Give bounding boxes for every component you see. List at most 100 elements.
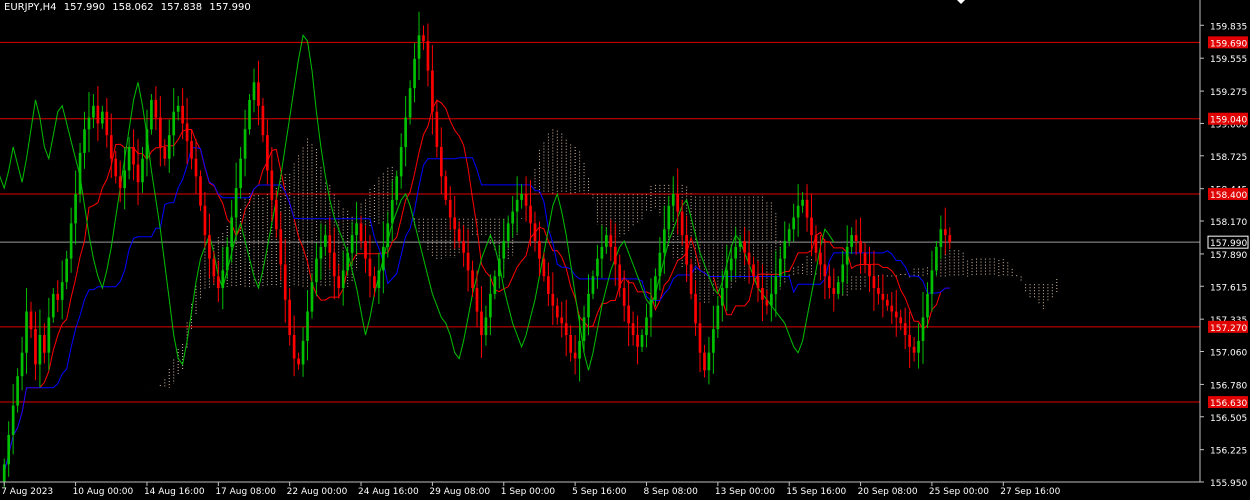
- candle-body: [43, 335, 46, 353]
- candle-body: [783, 241, 787, 259]
- candle: [792, 203, 796, 242]
- candle: [877, 276, 880, 305]
- symbol-label: EURJPY,H4: [4, 2, 57, 13]
- candle-body: [132, 146, 135, 165]
- price-tick-label: 158.725: [1210, 153, 1247, 163]
- price-tick-label: 158.170: [1210, 218, 1247, 228]
- candle: [221, 246, 225, 310]
- candle: [448, 186, 452, 230]
- candle-body: [109, 135, 113, 159]
- candle-body: [386, 223, 390, 247]
- candle: [743, 227, 746, 266]
- candle-body: [105, 111, 109, 136]
- candle: [502, 219, 506, 279]
- time-tick-label: 17 Aug 08:00: [215, 487, 276, 497]
- candle: [34, 311, 37, 381]
- candle-body: [332, 252, 336, 277]
- candle-body: [230, 217, 234, 247]
- candle: [649, 278, 653, 337]
- candle: [520, 184, 523, 209]
- candle: [645, 303, 648, 348]
- candle-body: [890, 305, 894, 312]
- candle: [350, 221, 354, 266]
- candle: [283, 239, 287, 323]
- candle-body: [712, 329, 715, 353]
- candle: [725, 244, 729, 311]
- candle: [417, 11, 421, 80]
- candle: [390, 180, 394, 241]
- candle-body: [863, 252, 867, 265]
- candle-body: [319, 246, 323, 259]
- candle: [890, 291, 894, 324]
- candle-body: [765, 299, 769, 306]
- candle: [150, 94, 153, 135]
- candle: [43, 323, 46, 364]
- candle: [377, 252, 381, 304]
- candle-body: [747, 252, 751, 265]
- candle: [712, 305, 715, 374]
- candle: [16, 368, 19, 413]
- low-value: 157.838: [160, 2, 203, 13]
- candle-body: [190, 141, 193, 159]
- candle: [7, 421, 11, 477]
- candle-body: [141, 158, 144, 183]
- candle: [185, 97, 189, 164]
- price-chart[interactable]: 159.835159.555159.275159.000158.725158.4…: [0, 0, 1250, 500]
- candle-body: [930, 270, 934, 294]
- candle-body: [297, 358, 300, 365]
- candle: [163, 139, 167, 166]
- candle-body: [199, 176, 202, 206]
- candle-body: [649, 299, 653, 318]
- candle: [703, 344, 706, 378]
- candle-body: [150, 99, 153, 130]
- candle-body: [685, 235, 688, 265]
- candle-body: [725, 270, 729, 289]
- candle-body: [542, 258, 546, 277]
- shift-marker-icon[interactable]: [955, 0, 967, 4]
- candle-body: [466, 252, 470, 271]
- candle-body: [480, 311, 483, 336]
- candle-body: [943, 229, 947, 236]
- candle: [480, 286, 483, 358]
- candle: [564, 299, 568, 357]
- chikou-line: [0, 34, 835, 371]
- level-label: 159.690: [1210, 39, 1247, 49]
- candle: [399, 133, 403, 189]
- candle: [787, 223, 791, 247]
- time-tick-label: 20 Sep 08:00: [858, 487, 918, 497]
- price-tick-label: 159.555: [1210, 55, 1247, 65]
- candle-body: [515, 199, 519, 212]
- horizontal-levels: [0, 41, 1200, 403]
- candle: [359, 215, 363, 249]
- candle: [239, 146, 242, 199]
- candle-body: [729, 258, 733, 271]
- candle: [301, 327, 305, 377]
- time-tick-label: 24 Aug 16:00: [358, 487, 419, 497]
- candle: [917, 323, 920, 369]
- candle-body: [497, 258, 501, 277]
- candle-body: [136, 164, 140, 183]
- candle: [444, 170, 448, 206]
- candle-body: [841, 264, 845, 283]
- time-axis: 7 Aug 2023 10 Aug 00:00 14 Aug 16:00 17 Aug…: [0, 481, 1200, 497]
- candle: [671, 176, 675, 222]
- candle-body: [408, 88, 412, 118]
- candle: [783, 221, 787, 277]
- candle-body: [34, 329, 37, 365]
- candle-body: [828, 276, 831, 289]
- candle: [560, 301, 564, 338]
- candle-body: [154, 99, 158, 118]
- time-tick-label: 1 Sep 00:00: [501, 487, 556, 497]
- candle-body: [288, 299, 292, 336]
- candle-body: [448, 199, 452, 218]
- candle: [190, 129, 193, 170]
- candle-body: [484, 317, 488, 336]
- candle-body: [324, 235, 327, 247]
- level-label: 158.400: [1210, 191, 1247, 201]
- candle: [413, 43, 416, 103]
- price-tick-label: 157.890: [1210, 251, 1247, 261]
- candle-body: [382, 246, 385, 271]
- candle: [859, 217, 862, 274]
- price-tick-label: 156.225: [1210, 447, 1247, 457]
- candle: [547, 262, 550, 307]
